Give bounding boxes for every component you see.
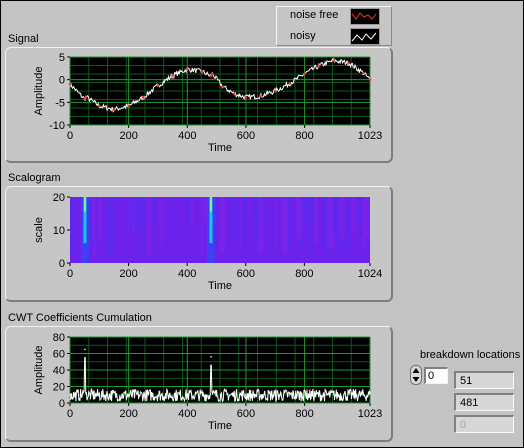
cwt-y-tick-label-0: 80 <box>53 332 65 344</box>
cwt-x-tick-label-2: 400 <box>178 408 196 420</box>
cwt-data-point <box>215 394 218 397</box>
cwt-x-tick-label-4: 800 <box>295 408 313 420</box>
breakdown-value-0: 51 <box>454 371 514 389</box>
cwt-data-point <box>69 393 71 396</box>
cwt-y-tick-label-1: 60 <box>53 349 65 361</box>
array-index-input[interactable]: 0 <box>424 367 448 384</box>
cwt-data-point <box>98 395 101 398</box>
index-spinner[interactable] <box>410 365 422 385</box>
cwt-x-tick-label-5: 1023 <box>358 408 382 420</box>
cwt-data-point <box>186 393 189 395</box>
cwt-data-point <box>274 394 277 397</box>
breakdown-value-1: 481 <box>454 393 514 411</box>
cwt-x-axis-label: Time <box>208 420 232 432</box>
cwt-data-point <box>157 394 159 397</box>
cwt-y-tick-label-4: 0 <box>59 398 65 410</box>
breakdown-locations-label: breakdown locations <box>420 349 521 361</box>
breakdown-value-2: 0 <box>454 415 514 433</box>
cwt-data-point <box>333 393 335 396</box>
cwt-data-point <box>369 392 371 394</box>
cwt-x-tick-label-0: 0 <box>67 408 73 420</box>
cwt-y-tick-label-3: 20 <box>53 382 65 394</box>
cwt-data-point <box>303 390 306 393</box>
cwt-plot-area <box>69 336 371 404</box>
cwt-data-point <box>245 393 247 396</box>
cwt-x-tick-label-1: 200 <box>119 408 137 420</box>
cwt-y-tick-label-2: 40 <box>53 365 65 377</box>
cwt-y-axis-label: Amplitude <box>33 346 45 395</box>
cwt-data-point <box>210 356 212 358</box>
cwt-data-point <box>127 393 130 396</box>
cwt-x-tick-label-3: 600 <box>237 408 255 420</box>
cwt-data-point <box>84 348 86 351</box>
